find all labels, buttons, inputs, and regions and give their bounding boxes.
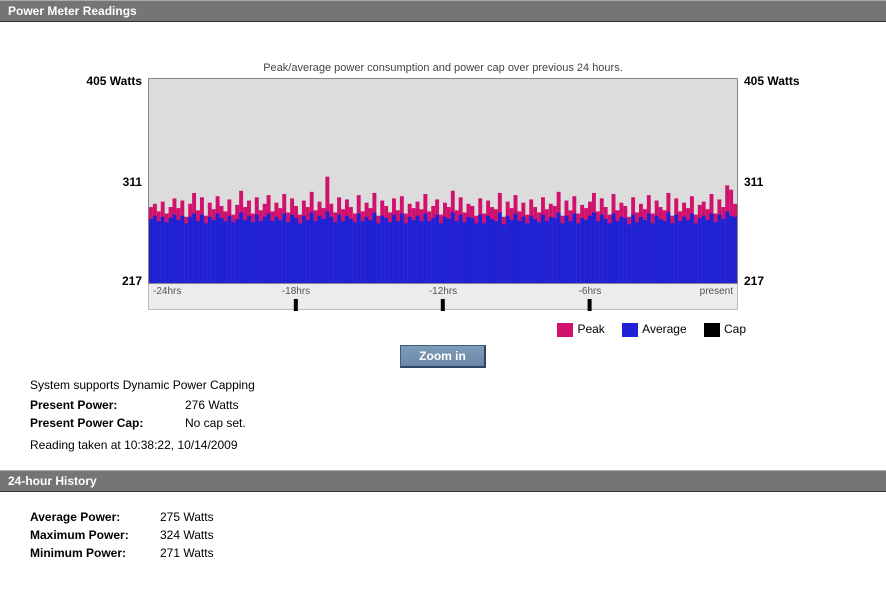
x-tick-mark [588,299,592,311]
reading-timestamp: Reading taken at 10:38:22, 10/14/2009 [30,438,856,452]
zoom-in-button[interactable]: Zoom in [400,345,486,368]
legend-average: Average [622,322,686,337]
plot-wrap: -24hrs -18hrs -12hrs -6hrs present [148,78,738,310]
y-min-left: 217 [122,274,142,288]
min-power-label: Minimum Power: [30,546,160,560]
x-tick-mark [294,299,298,311]
readings-body: Peak/average power consumption and power… [0,22,886,470]
capping-support: System supports Dynamic Power Capping [30,378,856,392]
y-min-right: 217 [744,274,764,288]
x-tick-label: -24hrs [153,286,181,297]
y-mid-left: 311 [123,175,142,189]
x-tick: -18hrs [282,286,310,311]
legend-peak: Peak [557,322,604,337]
average-swatch [622,323,638,337]
section-title-history: 24-hour History [8,474,97,488]
max-power-value: 324 Watts [160,528,214,542]
avg-power-row: Average Power: 275 Watts [30,510,856,524]
present-cap-row: Present Power Cap: No cap set. [30,416,856,430]
x-tick: present [700,286,733,297]
y-axis-left: 405 Watts 311 217 [68,78,148,310]
power-chart [148,78,738,284]
section-title: Power Meter Readings [8,4,137,18]
avg-power-label: Average Power: [30,510,160,524]
chart-svg [149,79,737,283]
x-tick-label: -18hrs [282,286,310,297]
x-tick: -6hrs [579,286,602,311]
x-tick-mark [441,299,445,311]
max-power-label: Maximum Power: [30,528,160,542]
x-tick-label: -12hrs [429,286,457,297]
y-max-right: 405 Watts [744,74,800,88]
x-tick: -12hrs [429,286,457,311]
chart-row: 405 Watts 311 217 -24hrs -18hrs -12hrs -6hr… [30,78,856,310]
x-tick-label: -6hrs [579,286,602,297]
x-tick-label: present [700,286,733,297]
zoom-row: Zoom in [30,345,856,368]
present-power-label: Present Power: [30,398,185,412]
present-cap-value: No cap set. [185,416,246,430]
max-power-row: Maximum Power: 324 Watts [30,528,856,542]
min-power-row: Minimum Power: 271 Watts [30,546,856,560]
chart-block: Peak/average power consumption and power… [30,62,856,368]
section-header-readings: Power Meter Readings [0,0,886,22]
y-mid-right: 311 [744,175,763,189]
x-tick: -24hrs [153,286,181,297]
present-power-row: Present Power: 276 Watts [30,398,856,412]
present-cap-label: Present Power Cap: [30,416,185,430]
y-axis-right: 405 Watts 311 217 [738,78,818,310]
chart-legend: Peak Average Cap [30,322,856,337]
cap-swatch [704,323,720,337]
section-header-history: 24-hour History [0,470,886,492]
min-power-value: 271 Watts [160,546,214,560]
y-max-left: 405 Watts [86,74,142,88]
peak-swatch [557,323,573,337]
history-body: Average Power: 275 Watts Maximum Power: … [0,492,886,578]
present-readings: Present Power: 276 Watts Present Power C… [30,398,856,430]
avg-power-value: 275 Watts [160,510,214,524]
x-axis: -24hrs -18hrs -12hrs -6hrs present [148,284,738,310]
legend-cap: Cap [704,322,746,337]
present-power-value: 276 Watts [185,398,239,412]
chart-caption: Peak/average power consumption and power… [30,62,856,74]
